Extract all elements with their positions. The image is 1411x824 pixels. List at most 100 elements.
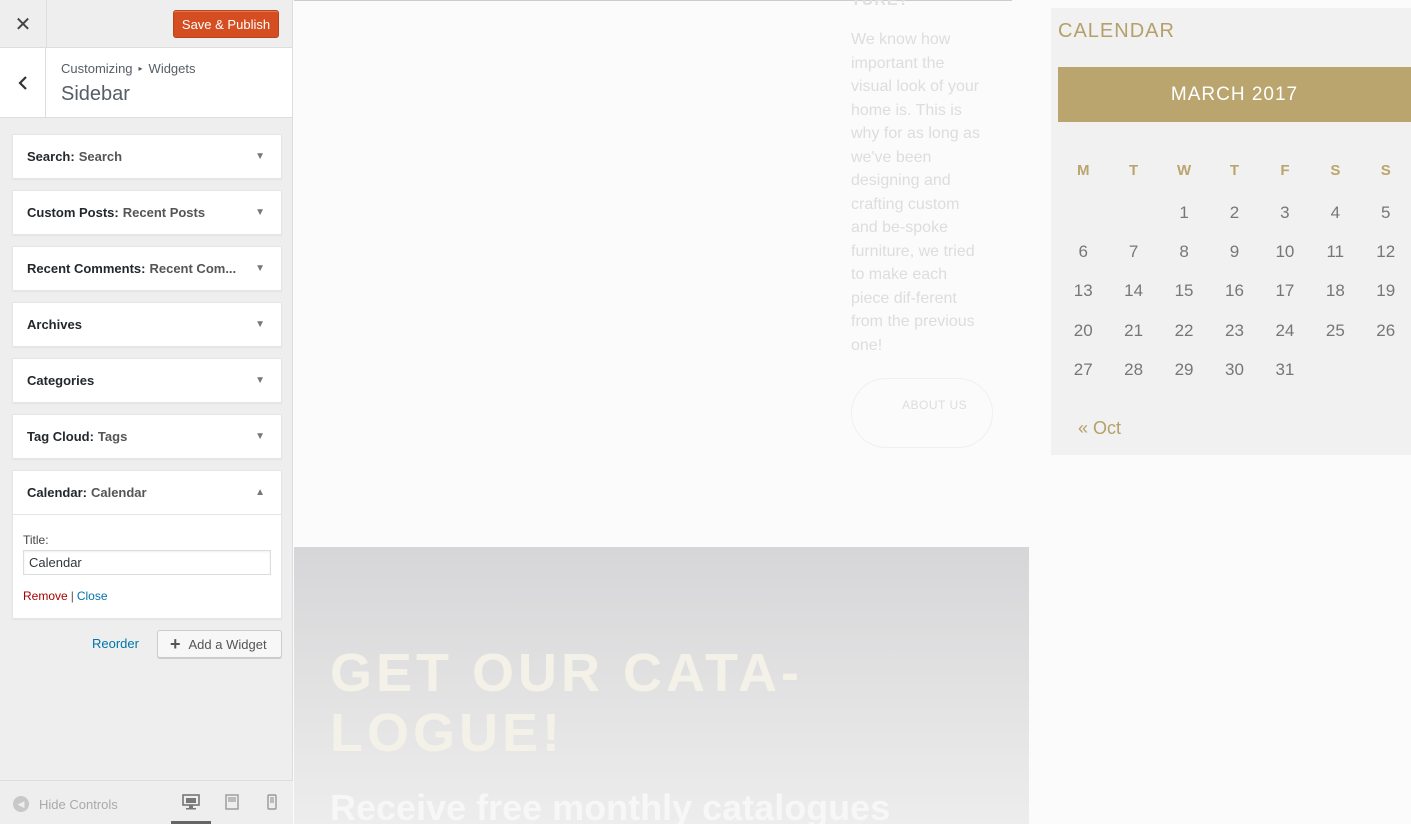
- widget-archives[interactable]: Archives ▼: [12, 302, 282, 347]
- day-cell: 14: [1124, 281, 1144, 301]
- site-preview: TURE? We know how important the visual l…: [294, 0, 1411, 824]
- day-cell: 23: [1225, 320, 1244, 340]
- weekday: S: [1380, 162, 1391, 179]
- section-header: Customizing ▸ Widgets Sidebar: [0, 48, 292, 118]
- close-link[interactable]: Close: [77, 589, 108, 603]
- day-cell: 27: [1073, 359, 1093, 379]
- widget-header[interactable]: Categories ▼: [13, 359, 281, 402]
- widget-title: Recent Com...: [149, 261, 237, 276]
- hide-controls-button[interactable]: ◀ Hide Controls: [13, 796, 118, 812]
- widget-header[interactable]: Search: Search ▼: [13, 135, 281, 178]
- widget-name: Calendar:: [27, 485, 87, 500]
- widget-name: Recent Comments:: [27, 261, 146, 276]
- day-cell: 25: [1325, 320, 1345, 340]
- close-icon: ✕: [14, 13, 32, 36]
- widget-recent-comments[interactable]: Recent Comments: Recent Com... ▼: [12, 246, 282, 291]
- catalogue-title: GET OUR CATA-LOGUE!: [330, 643, 803, 763]
- day-cell: 11: [1326, 241, 1345, 261]
- expand-arrow-icon[interactable]: ▼: [255, 151, 265, 162]
- desktop-preview-icon[interactable]: [182, 794, 200, 810]
- breadcrumb-widgets: Widgets: [148, 61, 196, 76]
- day-cell: 29: [1174, 359, 1194, 379]
- day-cell: 18: [1325, 281, 1345, 301]
- widget-form: Title: Remove|Close: [13, 514, 281, 618]
- day-cell: [1058, 193, 1108, 232]
- reorder-link[interactable]: Reorder: [92, 636, 139, 651]
- day-cell: 6: [1078, 241, 1088, 261]
- day-cell: 8: [1179, 241, 1189, 261]
- widget-calendar[interactable]: Calendar: Calendar ▲ Title: Remove|Close: [12, 470, 282, 619]
- day-cell: 28: [1124, 359, 1144, 379]
- back-button[interactable]: [0, 48, 46, 118]
- expand-arrow-icon[interactable]: ▼: [255, 263, 265, 274]
- expand-arrow-icon[interactable]: ▼: [255, 207, 265, 218]
- customizer-panel: ✕ Save & Publish Customizing ▸ Widgets S…: [0, 0, 293, 824]
- widget-actions: Remove | Close: [23, 589, 271, 603]
- day-cell: 5: [1381, 202, 1391, 222]
- breadcrumb-separator-icon: ▸: [138, 64, 143, 73]
- calendar-heading: CALENDAR: [1058, 20, 1175, 42]
- weekday-row: M T W T F S S: [1058, 148, 1411, 193]
- collapse-arrow-icon: ◀: [13, 796, 29, 812]
- calendar-grid: M T W T F S S 1 2 3 4 5 6 7 8 9 10 11 12…: [1058, 148, 1411, 389]
- section-title: Sidebar: [61, 83, 130, 105]
- about-text: We know how important the visual look of…: [851, 31, 980, 354]
- calendar-widget: CALENDAR MARCH 2017 M T W T F S S 1 2 3 …: [1051, 8, 1411, 455]
- catalogue-subtitle: Receive free monthly catalogues: [330, 787, 891, 824]
- widget-header[interactable]: Custom Posts: Recent Posts ▼: [13, 191, 281, 234]
- widget-header[interactable]: Archives ▼: [13, 303, 281, 346]
- day-cell: 15: [1174, 281, 1194, 301]
- catalogue-section: GET OUR CATA-LOGUE! Receive free monthly…: [294, 547, 1029, 824]
- calendar-prev-month-link[interactable]: « Oct: [1078, 418, 1121, 439]
- title-field-label: Title:: [23, 533, 49, 547]
- week-row: 6 7 8 9 10 11 12: [1058, 232, 1411, 271]
- widget-tag-cloud[interactable]: Tag Cloud: Tags ▼: [12, 414, 282, 459]
- expand-arrow-icon[interactable]: ▼: [255, 319, 265, 330]
- actions-separator: |: [70, 589, 74, 603]
- customizer-header: ✕ Save & Publish: [0, 0, 292, 48]
- day-cell: 4: [1330, 202, 1341, 222]
- widget-header[interactable]: Tag Cloud: Tags ▼: [13, 415, 281, 458]
- title-field[interactable]: [23, 550, 271, 575]
- day-cell: 31: [1275, 359, 1295, 379]
- week-row: 20 21 22 23 24 25 26: [1058, 311, 1411, 350]
- day-cell: 16: [1225, 281, 1244, 301]
- day-cell: 13: [1073, 281, 1093, 301]
- day-cell: 19: [1376, 281, 1396, 301]
- customizer-footer: ◀ Hide Controls: [0, 780, 293, 824]
- day-cell: 3: [1280, 202, 1290, 222]
- day-cell: 20: [1073, 320, 1093, 340]
- add-widget-button[interactable]: + Add a Widget: [157, 630, 282, 658]
- tablet-preview-icon[interactable]: [225, 794, 239, 810]
- widget-custom-posts[interactable]: Custom Posts: Recent Posts ▼: [12, 190, 282, 235]
- collapse-arrow-icon[interactable]: ▲: [255, 487, 265, 498]
- about-heading: TURE?: [851, 0, 910, 9]
- weekday: W: [1176, 162, 1192, 179]
- expand-arrow-icon[interactable]: ▼: [255, 375, 265, 386]
- expand-arrow-icon[interactable]: ▼: [255, 431, 265, 442]
- chevron-left-icon: [17, 76, 27, 90]
- plus-icon: +: [170, 634, 181, 654]
- day-cell: 12: [1376, 241, 1396, 261]
- remove-link[interactable]: Remove: [23, 589, 68, 603]
- weekday: F: [1280, 162, 1290, 179]
- widget-search[interactable]: Search: Search ▼: [12, 134, 282, 179]
- day-cell: 17: [1275, 281, 1295, 301]
- mobile-preview-icon[interactable]: [267, 794, 277, 810]
- week-row: 1 2 3 4 5: [1058, 193, 1411, 232]
- day-cell: 1: [1179, 202, 1189, 222]
- weekday: T: [1129, 162, 1139, 179]
- widget-name: Search:: [27, 149, 75, 164]
- widget-name: Custom Posts:: [27, 205, 119, 220]
- week-row: 13 14 15 16 17 18 19: [1058, 272, 1411, 311]
- about-us-button[interactable]: ABOUT US: [851, 378, 993, 448]
- save-publish-button[interactable]: Save & Publish: [173, 10, 279, 38]
- widget-header[interactable]: Recent Comments: Recent Com... ▼: [13, 247, 281, 290]
- close-customizer-button[interactable]: ✕: [0, 0, 47, 48]
- day-cell: 10: [1275, 241, 1295, 261]
- day-cell: [1310, 350, 1360, 389]
- day-cell: [1361, 350, 1411, 389]
- widget-header[interactable]: Calendar: Calendar ▲: [13, 471, 281, 514]
- widget-categories[interactable]: Categories ▼: [12, 358, 282, 403]
- widget-name: Tag Cloud:: [27, 429, 94, 444]
